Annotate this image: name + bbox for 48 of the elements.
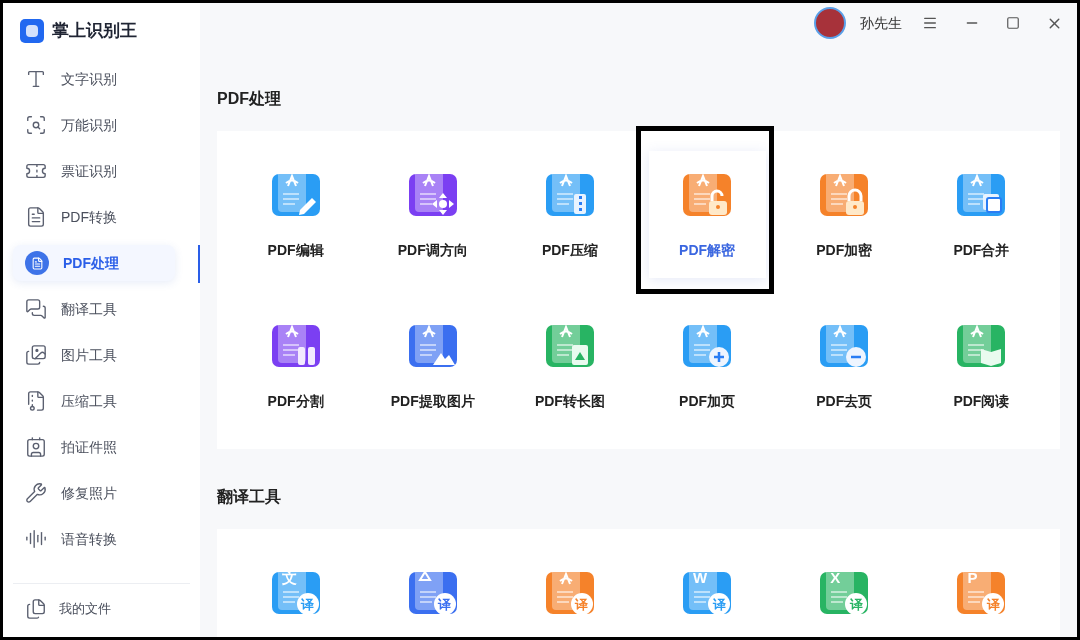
id-card-icon — [25, 436, 47, 458]
icon-letter: P — [967, 570, 978, 585]
tool-tile[interactable]: PDF调方向 — [374, 151, 492, 278]
sidebar-item[interactable]: 文字识别 — [13, 61, 175, 97]
sidebar-item[interactable]: 万能识别 — [13, 107, 175, 143]
archive-icon — [25, 390, 47, 412]
sidebar-item[interactable]: 语音转换 — [13, 521, 175, 557]
tool-tile[interactable]: 译 — [374, 549, 492, 637]
sidebar-item[interactable]: PDF处理 — [13, 245, 175, 281]
user-name[interactable]: 孙先生 — [860, 12, 902, 34]
sidebar-item[interactable]: 票证识别 — [13, 153, 175, 189]
file-icon — [25, 597, 47, 620]
image-icon — [25, 344, 47, 366]
document-icon — [25, 206, 47, 228]
sidebar-item[interactable]: PDF转换 — [13, 199, 175, 235]
menu-icon[interactable] — [922, 15, 938, 31]
tool-tile[interactable]: PDF提取图片 — [374, 302, 492, 429]
icon-letter: X — [830, 570, 841, 585]
tool-tile[interactable]: PDF分割 — [237, 302, 355, 429]
app-logo-icon — [20, 19, 44, 43]
tool-tile[interactable]: PDF压缩 — [511, 151, 629, 278]
active-indicator — [198, 245, 200, 283]
sidebar-item[interactable]: 拍证件照 — [13, 429, 175, 465]
sidebar-item[interactable]: 翻译工具 — [13, 291, 175, 327]
tool-tile[interactable]: PDF去页 — [785, 302, 903, 429]
maximize-icon[interactable] — [1006, 16, 1020, 30]
sidebar-item[interactable]: 修复照片 — [13, 475, 175, 511]
audio-icon — [25, 528, 47, 550]
tool-tile[interactable]: PDF转长图 — [511, 302, 629, 429]
tool-tile[interactable]: PDF阅读 — [922, 302, 1040, 429]
tool-tile[interactable]: PDF编辑 — [237, 151, 355, 278]
avatar[interactable] — [814, 7, 846, 39]
tool-tile[interactable]: PDF加页 — [648, 302, 766, 429]
text-icon — [25, 68, 47, 90]
chat-icon — [25, 298, 47, 320]
section-title: PDF处理 — [217, 88, 282, 109]
sidebar-item[interactable]: 压缩工具 — [13, 383, 175, 419]
tool-tile[interactable]: PDF加密 — [785, 151, 903, 278]
tool-tile[interactable]: PDF解密 — [648, 151, 766, 278]
my-files-link[interactable]: 我的文件 — [59, 598, 111, 619]
wrench-icon — [25, 482, 47, 504]
section-title: 翻译工具 — [217, 486, 282, 507]
document-icon — [25, 251, 49, 275]
tool-tile[interactable]: PDF合并 — [922, 151, 1040, 278]
app-title: 掌上识别王 — [52, 20, 137, 43]
icon-letter: W — [693, 570, 708, 585]
scan-icon — [25, 114, 47, 136]
sidebar-item[interactable]: 图片工具 — [13, 337, 175, 373]
